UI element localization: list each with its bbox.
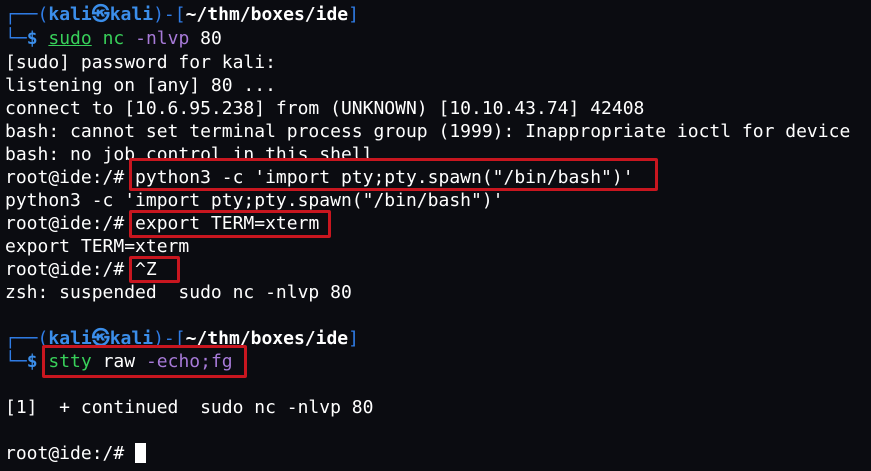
prompt-user: kali (48, 4, 92, 25)
prompt-corner-bottom: └─ (5, 28, 27, 49)
command-flags: -nlvp (135, 28, 190, 49)
highlight-box-ctrlz (129, 256, 180, 283)
prompt-dollar: $ (26, 28, 38, 49)
output-line: zsh: suspended sudo nc -nlvp 80 (5, 282, 352, 303)
prompt-line-1: ┌──(kali㉿kali)-[~/thm/boxes/ide] (5, 3, 359, 26)
output-line: [sudo] password for kali: (5, 52, 276, 73)
highlight-box-export (129, 210, 331, 238)
command-nc: nc (102, 28, 125, 49)
command-sudo: sudo (48, 28, 92, 49)
command-line-1: └─$ sudo nc -nlvp 80 (5, 27, 222, 50)
prompt-corner: ┌── (5, 328, 38, 349)
prompt-separator: )-[ (153, 4, 186, 25)
prompt-paren: ( (37, 4, 49, 25)
output-line: python3 -c 'import pty;pty.spawn("/bin/b… (5, 190, 504, 211)
highlight-box-python (129, 158, 658, 191)
root-prompt: root@ide:/# (5, 443, 136, 464)
output-line: bash: cannot set terminal process group … (5, 121, 851, 142)
prompt-host: kali (109, 4, 154, 25)
prompt-bracket: ] (348, 328, 359, 349)
prompt-corner: ┌── (5, 4, 38, 25)
prompt-dollar: $ (26, 351, 38, 372)
highlight-box-stty (42, 345, 247, 378)
prompt-bracket: ] (348, 4, 359, 25)
output-line: [1] + continued sudo nc -nlvp 80 (5, 397, 374, 418)
terminal-window[interactable]: ┌──(kali㉿kali)-[~/thm/boxes/ide] └─$ sud… (0, 0, 871, 471)
root-prompt: root@ide:/# (5, 213, 136, 234)
command-port: 80 (200, 28, 222, 49)
prompt-corner-bottom: └─ (5, 351, 27, 372)
prompt-at-icon: ㉿ (91, 4, 110, 25)
text-cursor (135, 443, 147, 463)
output-line: export TERM=xterm (5, 236, 190, 257)
root-prompt: root@ide:/# (5, 167, 136, 188)
prompt-path: ~/thm/boxes/ide (185, 4, 349, 25)
output-line: connect to [10.6.95.238] from (UNKNOWN) … (5, 98, 645, 119)
root-prompt: root@ide:/# (5, 259, 136, 280)
output-line: listening on [any] 80 ... (5, 75, 276, 96)
final-prompt-line[interactable]: root@ide:/# (5, 442, 147, 465)
